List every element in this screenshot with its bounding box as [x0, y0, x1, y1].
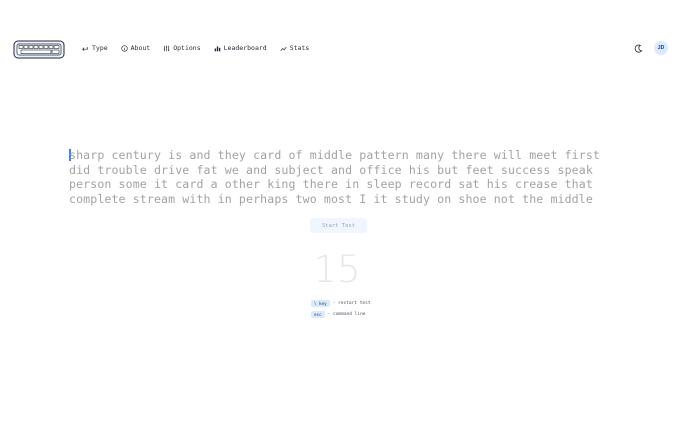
hint-key: esc	[311, 310, 325, 318]
typing-line: sharp century is and they card of middle…	[69, 148, 609, 163]
moon-icon[interactable]	[634, 44, 643, 53]
top-bar: Type About Options Leaderboard Stats JD	[0, 0, 675, 98]
hint-text: - command line	[327, 311, 366, 317]
nav-item-label: Type	[92, 44, 108, 52]
typing-line: complete stream with in perhaps two most…	[69, 191, 593, 206]
timer-display: 15	[313, 248, 361, 291]
nav-item-stats[interactable]: Stats	[280, 44, 310, 52]
nav-item-options[interactable]: Options	[163, 44, 201, 52]
keyboard-icon	[82, 46, 88, 51]
hint-key: \ key	[311, 299, 330, 307]
info-icon	[121, 44, 128, 52]
hint-row: esc - command line	[311, 310, 371, 318]
bar-chart-icon	[214, 45, 220, 51]
user-avatar[interactable]: JD	[654, 41, 668, 55]
nav-item-type[interactable]: Type	[82, 44, 108, 52]
keyboard-hints: \ key - restart test esc - command line	[311, 299, 371, 321]
nav-item-label: About	[130, 44, 151, 52]
typing-line-text: sharp century is and they card of middle…	[69, 148, 601, 162]
typing-text[interactable]: sharp century is and they card of middle…	[69, 148, 609, 206]
nav-item-label: Leaderboard	[223, 44, 267, 52]
typing-line: did trouble drive fat we and subject and…	[69, 162, 593, 177]
nav-item-leaderboard[interactable]: Leaderboard	[214, 44, 267, 52]
nav-item-label: Stats	[289, 44, 310, 52]
nav-item-label: Options	[173, 44, 201, 52]
typing-line: person some it card a other king there i…	[69, 177, 593, 192]
hint-text: - restart test	[332, 300, 371, 306]
trend-icon	[280, 46, 287, 51]
nav-item-about[interactable]: About	[121, 44, 151, 52]
sliders-icon	[163, 45, 170, 51]
hint-row: \ key - restart test	[311, 299, 371, 307]
start-test-button[interactable]: Start Test	[310, 218, 367, 233]
main-nav: Type About Options Leaderboard Stats	[82, 44, 309, 52]
keyboard-logo-icon[interactable]	[13, 40, 65, 60]
